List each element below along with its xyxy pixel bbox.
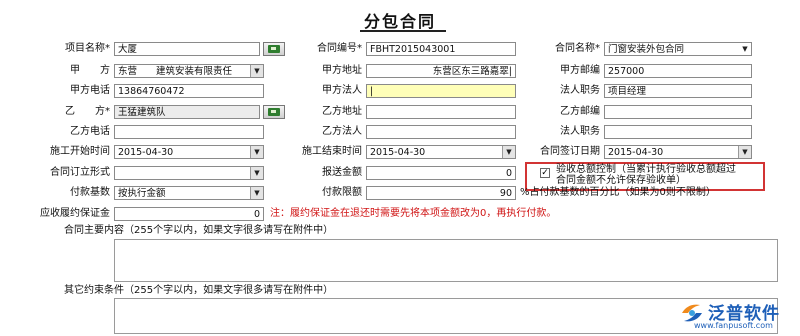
- folder-picker-icon: [268, 108, 280, 116]
- end-time-value: 2015-04-30: [370, 147, 426, 158]
- party-a-address-label: 甲方地址: [322, 65, 362, 76]
- party-b-label: 乙 方*: [65, 106, 110, 117]
- legal-position-field[interactable]: 项目经理: [604, 84, 752, 98]
- project-picker-button[interactable]: [263, 42, 285, 56]
- end-time-label: 施工结束时间: [302, 146, 362, 157]
- party-b-legal-position-label: 法人职务: [560, 126, 600, 137]
- main-content-label: 合同主要内容（255个字以内，如果文字很多请写在附件中）: [64, 225, 334, 236]
- chevron-down-icon[interactable]: ▼: [738, 146, 751, 158]
- contract-name-select[interactable]: 门窗安装外包合同 ▼: [604, 42, 752, 56]
- party-a-postcode-label: 甲方邮编: [560, 65, 600, 76]
- pay-base-value: 按执行金额: [118, 188, 166, 199]
- sign-date-select[interactable]: 2015-04-30 ▼: [604, 145, 752, 159]
- chevron-down-icon[interactable]: ▼: [739, 43, 751, 55]
- chevron-down-icon[interactable]: ▼: [502, 146, 515, 158]
- party-a-select[interactable]: 东营 建筑安装有限责任 ▼: [114, 64, 264, 78]
- start-time-select[interactable]: 2015-04-30 ▼: [114, 145, 264, 159]
- contract-form-label: 合同订立形式: [50, 167, 110, 178]
- pay-limit-note: %占付款基数的百分比（如果为0则不限制）: [520, 187, 716, 198]
- party-a-phone-label: 甲方电话: [70, 85, 110, 96]
- party-a-address-field[interactable]: 东营区东三路嘉翠|: [366, 64, 516, 78]
- page-title: 分包合同: [363, 12, 436, 31]
- chevron-down-icon[interactable]: ▼: [250, 167, 263, 179]
- main-content-textarea[interactable]: [114, 239, 778, 282]
- party-b-phone-label: 乙方电话: [70, 126, 110, 137]
- contract-name-value: 门窗安装外包合同: [608, 44, 685, 55]
- pay-limit-field[interactable]: 90: [366, 186, 516, 200]
- sign-date-value: 2015-04-30: [608, 147, 664, 158]
- end-time-select[interactable]: 2015-04-30 ▼: [366, 145, 516, 159]
- party-b-postcode-label: 乙方邮编: [560, 106, 600, 117]
- report-amount-label: 报送金额: [322, 167, 362, 178]
- acceptance-control-checkbox[interactable]: ✓: [540, 168, 550, 178]
- contract-name-label: 合同名称*: [555, 43, 600, 54]
- party-b-legal-field[interactable]: [366, 125, 516, 139]
- brand-url: www.fanpusoft.com: [694, 321, 773, 330]
- contract-form-select[interactable]: ▼: [114, 166, 264, 180]
- party-a-legal-field[interactable]: |: [366, 84, 516, 98]
- party-a-label: 甲 方: [70, 65, 110, 76]
- project-name-label: 项目名称*: [65, 43, 110, 54]
- project-name-field[interactable]: 大厦: [114, 42, 260, 56]
- pay-limit-label: 付款限额: [322, 187, 362, 198]
- party-a-phone-field[interactable]: 13864760472: [114, 84, 264, 98]
- party-b-postcode-field[interactable]: [604, 105, 752, 119]
- deposit-label: 应收履约保证金: [40, 208, 110, 219]
- party-b-phone-field[interactable]: [114, 125, 264, 139]
- folder-picker-icon: [268, 45, 280, 53]
- party-b-field[interactable]: 王猛建筑队: [114, 105, 260, 119]
- contract-no-label: 合同编号*: [317, 43, 362, 54]
- acceptance-control-line2: 合同金额不允许保存验收单）: [556, 175, 686, 186]
- title-underline: [360, 30, 446, 32]
- other-terms-label: 其它约束条件（255个字以内，如果文字很多请写在附件中）: [64, 285, 334, 296]
- deposit-note: 注：履约保证金在退还时需要先将本项金额改为0，再执行付款。: [270, 208, 557, 219]
- party-b-legal-position-field[interactable]: [604, 125, 752, 139]
- chevron-down-icon[interactable]: ▼: [250, 146, 263, 158]
- party-a-legal-label: 甲方法人: [322, 85, 362, 96]
- party-b-address-label: 乙方地址: [322, 106, 362, 117]
- party-a-value: 东营 建筑安装有限责任: [118, 66, 233, 77]
- deposit-field[interactable]: 0: [114, 207, 264, 221]
- party-a-postcode-field[interactable]: 257000: [604, 64, 752, 78]
- report-amount-field[interactable]: 0: [366, 166, 516, 180]
- party-b-address-field[interactable]: [366, 105, 516, 119]
- party-b-picker-button[interactable]: [263, 105, 285, 119]
- chevron-down-icon[interactable]: ▼: [250, 187, 263, 199]
- start-time-label: 施工开始时间: [50, 146, 110, 157]
- contract-no-field[interactable]: FBHT2015043001: [366, 42, 516, 56]
- chevron-down-icon[interactable]: ▼: [250, 65, 263, 77]
- party-b-legal-label: 乙方法人: [322, 126, 362, 137]
- legal-position-label: 法人职务: [560, 85, 600, 96]
- pay-base-select[interactable]: 按执行金额 ▼: [114, 186, 264, 200]
- start-time-value: 2015-04-30: [118, 147, 174, 158]
- acceptance-control-line1: 验收总额控制（当累计执行验收总额超过: [556, 164, 736, 175]
- brand-logo: 泛普软件 www.fanpusoft.com: [678, 297, 798, 333]
- sign-date-label: 合同签订日期: [540, 146, 600, 157]
- pay-base-label: 付款基数: [70, 187, 110, 198]
